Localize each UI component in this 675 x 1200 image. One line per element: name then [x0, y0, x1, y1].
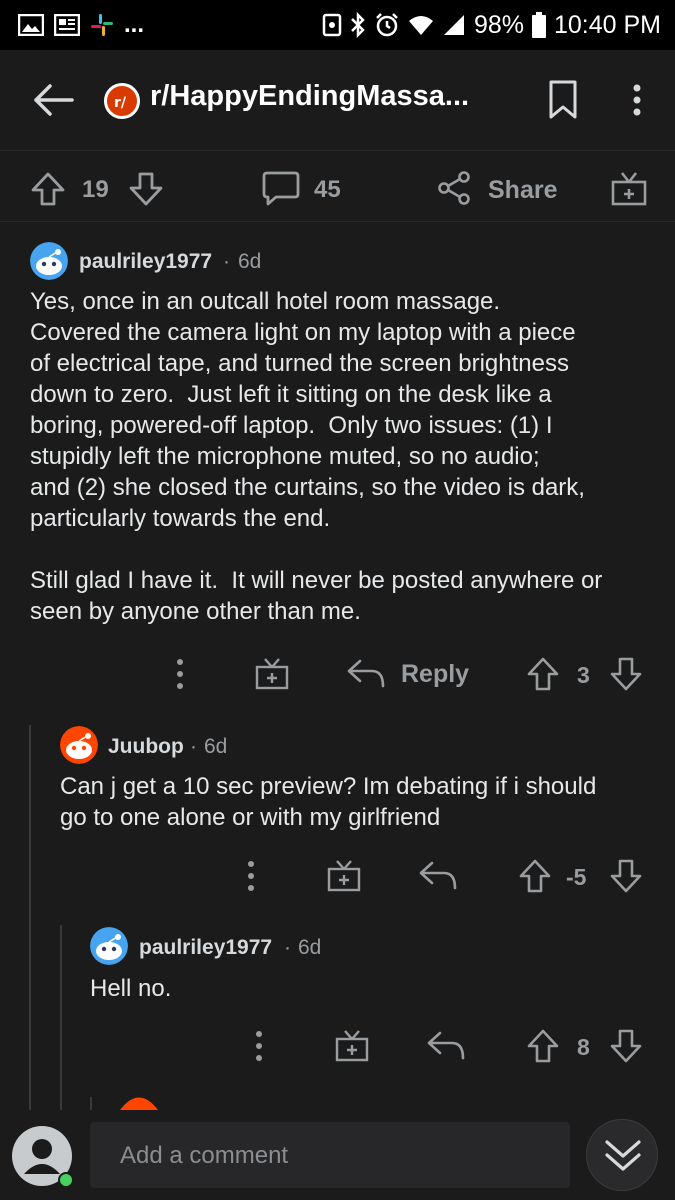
share-icon[interactable]: [436, 170, 472, 206]
status-more-dots: ...: [124, 11, 145, 38]
post-comment-count[interactable]: 45: [314, 176, 341, 204]
user-avatar-icon[interactable]: [10, 1124, 76, 1190]
comment-input[interactable]: Add a comment: [90, 1122, 570, 1188]
upvote-arrow-icon[interactable]: [526, 1028, 560, 1064]
downvote-arrow-icon[interactable]: [609, 1028, 643, 1064]
comment-age: 6d: [238, 250, 262, 273]
back-arrow-icon[interactable]: [28, 76, 76, 124]
share-label[interactable]: Share: [488, 176, 557, 205]
alarm-icon: [376, 13, 398, 37]
comment-age: 6d: [204, 735, 228, 758]
award-gift-icon[interactable]: [254, 655, 290, 691]
top-bar: r/ r/HappyEndingMassa...: [0, 50, 675, 150]
comment-score: 8: [577, 1034, 590, 1060]
reply-arrow-icon[interactable]: [418, 859, 458, 891]
more-vertical-icon[interactable]: [625, 80, 649, 120]
battery-icon: [531, 12, 546, 38]
status-left: ...: [18, 11, 144, 39]
status-right: 98% 10:40 PM: [322, 11, 661, 40]
battery-percent: 98%: [473, 10, 524, 39]
news-icon: [54, 14, 80, 36]
bookmark-icon[interactable]: [545, 80, 581, 120]
clock-time: 10:40 PM: [553, 10, 661, 39]
avatar[interactable]: [30, 242, 68, 280]
more-vertical-icon[interactable]: [249, 1028, 269, 1064]
data-saver-icon: [322, 13, 342, 37]
double-chevron-down-icon: [605, 1140, 641, 1171]
thread-line[interactable]: [60, 925, 62, 1110]
award-gift-icon[interactable]: [610, 169, 648, 207]
comment-author[interactable]: paulriley1977: [79, 250, 212, 274]
comment-body: Can j get a 10 sec preview? Im debating …: [60, 773, 597, 831]
award-gift-icon[interactable]: [334, 1027, 370, 1063]
comment-score: 3: [577, 662, 590, 688]
signal-icon: [443, 15, 464, 35]
slack-icon: [91, 14, 113, 36]
wifi-icon: [408, 16, 433, 35]
subreddit-logo-icon: r/: [114, 95, 127, 111]
comment-body: Hell no.: [90, 975, 172, 1002]
award-gift-icon[interactable]: [326, 857, 362, 893]
downvote-arrow-icon[interactable]: [128, 171, 164, 207]
comment-separator-dot: ·: [284, 936, 291, 959]
thread-line[interactable]: [90, 1097, 92, 1110]
comment-score: -5: [566, 864, 587, 890]
downvote-arrow-icon[interactable]: [609, 858, 643, 894]
more-vertical-icon[interactable]: [241, 858, 261, 894]
comment-separator-dot: ·: [190, 735, 197, 758]
bluetooth-icon: [351, 12, 365, 38]
avatar[interactable]: [90, 927, 128, 965]
subreddit-title[interactable]: r/HappyEndingMassa...: [150, 80, 469, 113]
collapse-threads-button[interactable]: [586, 1119, 658, 1191]
post-vote-count: 19: [82, 176, 109, 203]
avatar[interactable]: [120, 1097, 158, 1110]
reply-button[interactable]: Reply: [401, 660, 469, 689]
downvote-arrow-icon[interactable]: [609, 656, 643, 692]
comment-bubble-icon[interactable]: [262, 170, 300, 206]
gallery-icon: [18, 14, 44, 36]
comment-body: Yes, once in an outcall hotel room massa…: [30, 288, 603, 625]
comment-author[interactable]: paulriley1977: [139, 936, 272, 960]
svg-text:r/: r/: [114, 95, 127, 111]
comment-separator-dot: ·: [223, 250, 230, 273]
thread-line[interactable]: [29, 725, 31, 1110]
post-action-bar: 19 45 Share: [0, 150, 675, 222]
more-vertical-icon[interactable]: [170, 656, 190, 692]
upvote-arrow-icon[interactable]: [526, 656, 560, 692]
upvote-arrow-icon[interactable]: [30, 171, 66, 207]
subreddit-logo[interactable]: r/: [104, 83, 140, 119]
reply-arrow-icon[interactable]: [426, 1029, 466, 1061]
comment-composer-bar: Add a comment: [0, 1110, 675, 1200]
comment-author[interactable]: Juubop: [108, 735, 184, 759]
reply-arrow-icon[interactable]: [346, 657, 386, 689]
status-bar: ... 98% 10:40 PM: [0, 0, 675, 50]
comment-age: 6d: [298, 936, 322, 959]
upvote-arrow-icon[interactable]: [518, 858, 552, 894]
avatar[interactable]: [60, 726, 98, 764]
